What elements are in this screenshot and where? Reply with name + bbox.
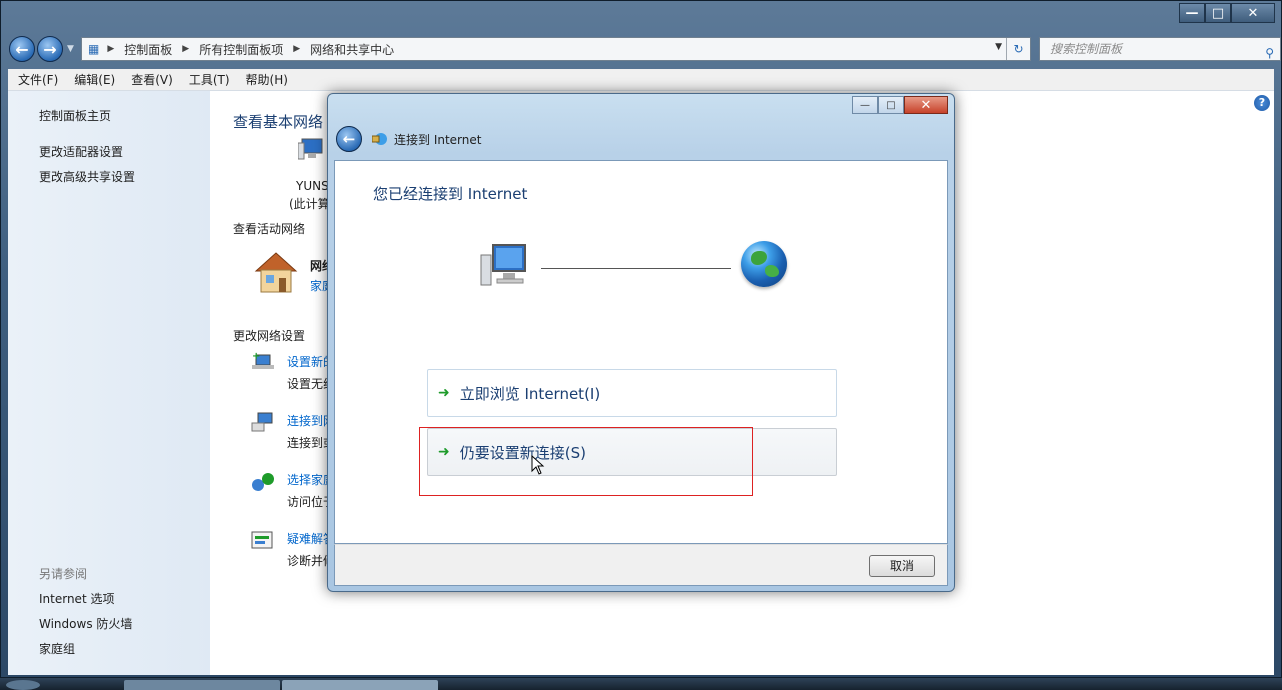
breadcrumb-chevron-icon[interactable]: ▶ — [107, 44, 114, 54]
connection-line — [541, 268, 731, 269]
homegroup-icon — [252, 473, 274, 491]
dialog-title: 连接到 Internet — [394, 132, 482, 147]
menu-file[interactable]: 文件(F) — [18, 71, 58, 88]
internet-globe-icon — [741, 241, 787, 287]
computer-icon — [480, 244, 526, 286]
sidebar-link-adapter[interactable]: 更改适配器设置 — [39, 143, 123, 160]
sidebar-link-internet-options[interactable]: Internet 选项 — [39, 590, 114, 607]
breadcrumb-all-items[interactable]: 所有控制面板项 — [199, 41, 283, 58]
computer-sub: (此计算 — [289, 197, 330, 211]
refresh-icon[interactable]: ↻ — [1006, 38, 1030, 60]
dialog-back-button[interactable]: ← — [336, 126, 362, 152]
computer-icon — [298, 138, 323, 160]
active-networks-label: 查看活动网络 — [233, 222, 306, 236]
close-button[interactable]: ✕ — [1231, 3, 1275, 23]
navigation-bar: ← → ▼ ▦ ▶ 控制面板 ▶ 所有控制面板项 ▶ 网络和共享中心 ▼ ↻ 搜… — [9, 35, 1281, 63]
troubleshoot-icon — [251, 531, 273, 549]
breadcrumb-control-panel[interactable]: 控制面板 — [124, 41, 172, 58]
search-icon[interactable]: ⚲ — [1265, 42, 1274, 64]
address-bar[interactable]: ▦ ▶ 控制面板 ▶ 所有控制面板项 ▶ 网络和共享中心 ▼ ↻ — [81, 37, 1031, 61]
dialog-minimize-button[interactable]: — — [852, 96, 878, 114]
globe-land-shape — [765, 265, 779, 277]
see-also-label: 另请参阅 — [39, 567, 88, 581]
search-input[interactable]: 搜索控制面板 ⚲ — [1039, 37, 1281, 61]
forward-arrow-icon: → — [43, 39, 57, 59]
new-connection-icon: + — [252, 351, 274, 369]
back-arrow-icon: ← — [342, 130, 356, 148]
dialog-caption-buttons: — □ ✕ — [852, 96, 948, 114]
sidebar-link-firewall[interactable]: Windows 防火墙 — [39, 615, 132, 632]
sidebar-link-sharing[interactable]: 更改高级共享设置 — [39, 168, 135, 185]
help-icon[interactable]: ? — [1254, 95, 1270, 111]
dialog-header: ← 连接到 Internet — [336, 126, 481, 152]
recent-pages-dropdown-icon[interactable]: ▼ — [67, 44, 74, 54]
menu-edit[interactable]: 编辑(E) — [74, 71, 115, 88]
dialog-body: 您已经连接到 Internet ➜ 立即浏览 Internet(I) ➜ 仍要设… — [334, 160, 948, 544]
page-title: 查看基本网络 — [233, 113, 324, 131]
mouse-cursor-icon — [531, 455, 545, 475]
menu-bar: 文件(F) 编辑(E) 查看(V) 工具(T) 帮助(H) — [8, 69, 1274, 91]
svg-text:+: + — [252, 351, 260, 362]
cancel-button[interactable]: 取消 — [869, 555, 935, 577]
address-dropdown-icon[interactable]: ▼ — [995, 42, 1002, 52]
window-caption-buttons: — □ ✕ — [1179, 3, 1275, 23]
option-label: 立即浏览 Internet(I) — [459, 384, 601, 403]
control-panel-icon: ▦ — [88, 42, 100, 56]
browse-internet-option[interactable]: ➜ 立即浏览 Internet(I) — [427, 369, 837, 417]
search-placeholder: 搜索控制面板 — [1050, 42, 1123, 56]
sidebar-link-homegroup[interactable]: 家庭组 — [39, 640, 75, 657]
minimize-button[interactable]: — — [1179, 3, 1205, 23]
start-button[interactable] — [6, 680, 40, 690]
breadcrumb-chevron-icon[interactable]: ▶ — [293, 44, 300, 54]
forward-button[interactable]: → — [37, 36, 63, 62]
taskbar — [0, 678, 1282, 690]
back-button[interactable]: ← — [9, 36, 35, 62]
menu-view[interactable]: 查看(V) — [131, 71, 173, 88]
green-arrow-icon: ➜ — [438, 385, 450, 401]
sidebar: 控制面板主页 更改适配器设置 更改高级共享设置 另请参阅 Internet 选项… — [8, 91, 210, 675]
sidebar-link-home[interactable]: 控制面板主页 — [39, 107, 111, 124]
dialog-maximize-button[interactable]: □ — [878, 96, 904, 114]
globe-land-shape — [751, 251, 767, 265]
network-wizard-icon — [372, 133, 387, 145]
home-network-icon — [254, 252, 298, 293]
menu-help[interactable]: 帮助(H) — [246, 71, 288, 88]
taskbar-item-control-panel[interactable] — [124, 680, 280, 690]
maximize-button[interactable]: □ — [1205, 3, 1231, 23]
taskbar-item-dialog[interactable] — [282, 680, 438, 690]
annotation-highlight-box — [419, 427, 753, 496]
dialog-heading: 您已经连接到 Internet — [373, 185, 528, 203]
menu-tools[interactable]: 工具(T) — [189, 71, 230, 88]
back-arrow-icon: ← — [15, 39, 29, 59]
breadcrumb-chevron-icon[interactable]: ▶ — [182, 44, 189, 54]
dialog-close-button[interactable]: ✕ — [904, 96, 948, 114]
computer-name: YUNS — [296, 179, 329, 193]
connect-network-icon — [251, 412, 273, 432]
breadcrumb-network-center[interactable]: 网络和共享中心 — [310, 41, 394, 58]
dialog-footer: 取消 — [334, 544, 948, 586]
connect-internet-dialog: — □ ✕ ← 连接到 Internet 您已经连接到 Internet ➜ 立… — [327, 93, 955, 592]
change-settings-label: 更改网络设置 — [233, 329, 306, 343]
